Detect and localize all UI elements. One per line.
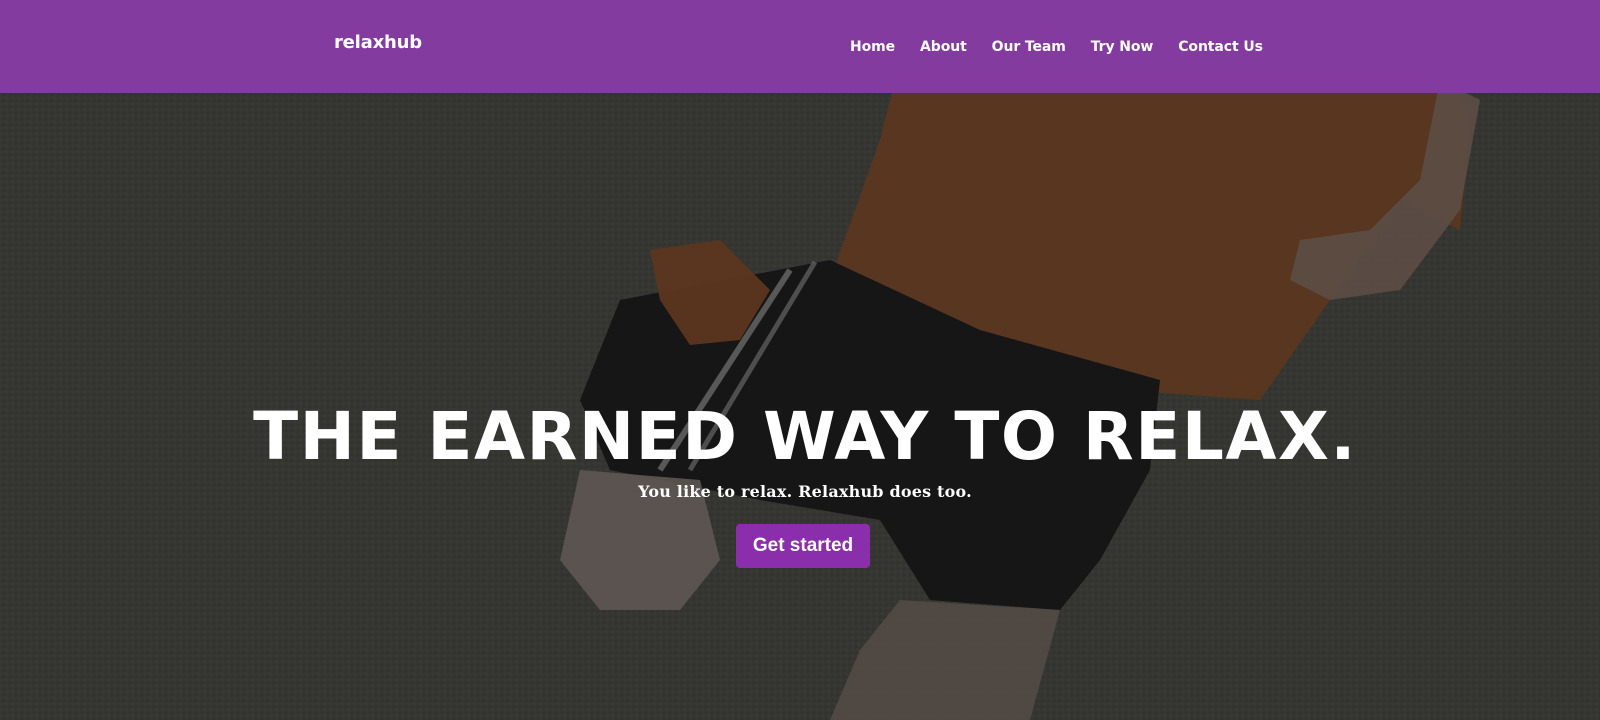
hero-section bbox=[0, 0, 1600, 720]
nav-link-home[interactable]: Home bbox=[850, 39, 895, 55]
nav-item-our-team: Our Team bbox=[992, 38, 1091, 56]
hero-subtitle: You like to relax. Relaxhub does too. bbox=[638, 482, 972, 501]
nav-link-about[interactable]: About bbox=[920, 39, 967, 55]
top-navbar: relaxhub Home About Our Team Try Now Con… bbox=[0, 0, 1600, 93]
hero-headline: THE EARNED WAY TO RELAX. bbox=[253, 398, 1357, 475]
nav-link-try-now[interactable]: Try Now bbox=[1091, 39, 1154, 55]
nav-item-about: About bbox=[920, 38, 992, 56]
nav-link-our-team[interactable]: Our Team bbox=[992, 39, 1066, 55]
nav-links: Home About Our Team Try Now Contact Us bbox=[850, 38, 1288, 56]
nav-item-contact-us: Contact Us bbox=[1178, 38, 1288, 56]
brand-logo-link[interactable]: relaxhub bbox=[334, 32, 422, 53]
hero-content: THE EARNED WAY TO RELAX. You like to rel… bbox=[0, 400, 1600, 568]
nav-item-home: Home bbox=[850, 38, 920, 56]
hero-overlay bbox=[0, 0, 1600, 720]
get-started-button[interactable]: Get started bbox=[735, 524, 871, 568]
nav-link-contact-us[interactable]: Contact Us bbox=[1178, 39, 1263, 55]
nav-item-try-now: Try Now bbox=[1091, 38, 1179, 56]
landing-page: relaxhub Home About Our Team Try Now Con… bbox=[0, 0, 1600, 720]
